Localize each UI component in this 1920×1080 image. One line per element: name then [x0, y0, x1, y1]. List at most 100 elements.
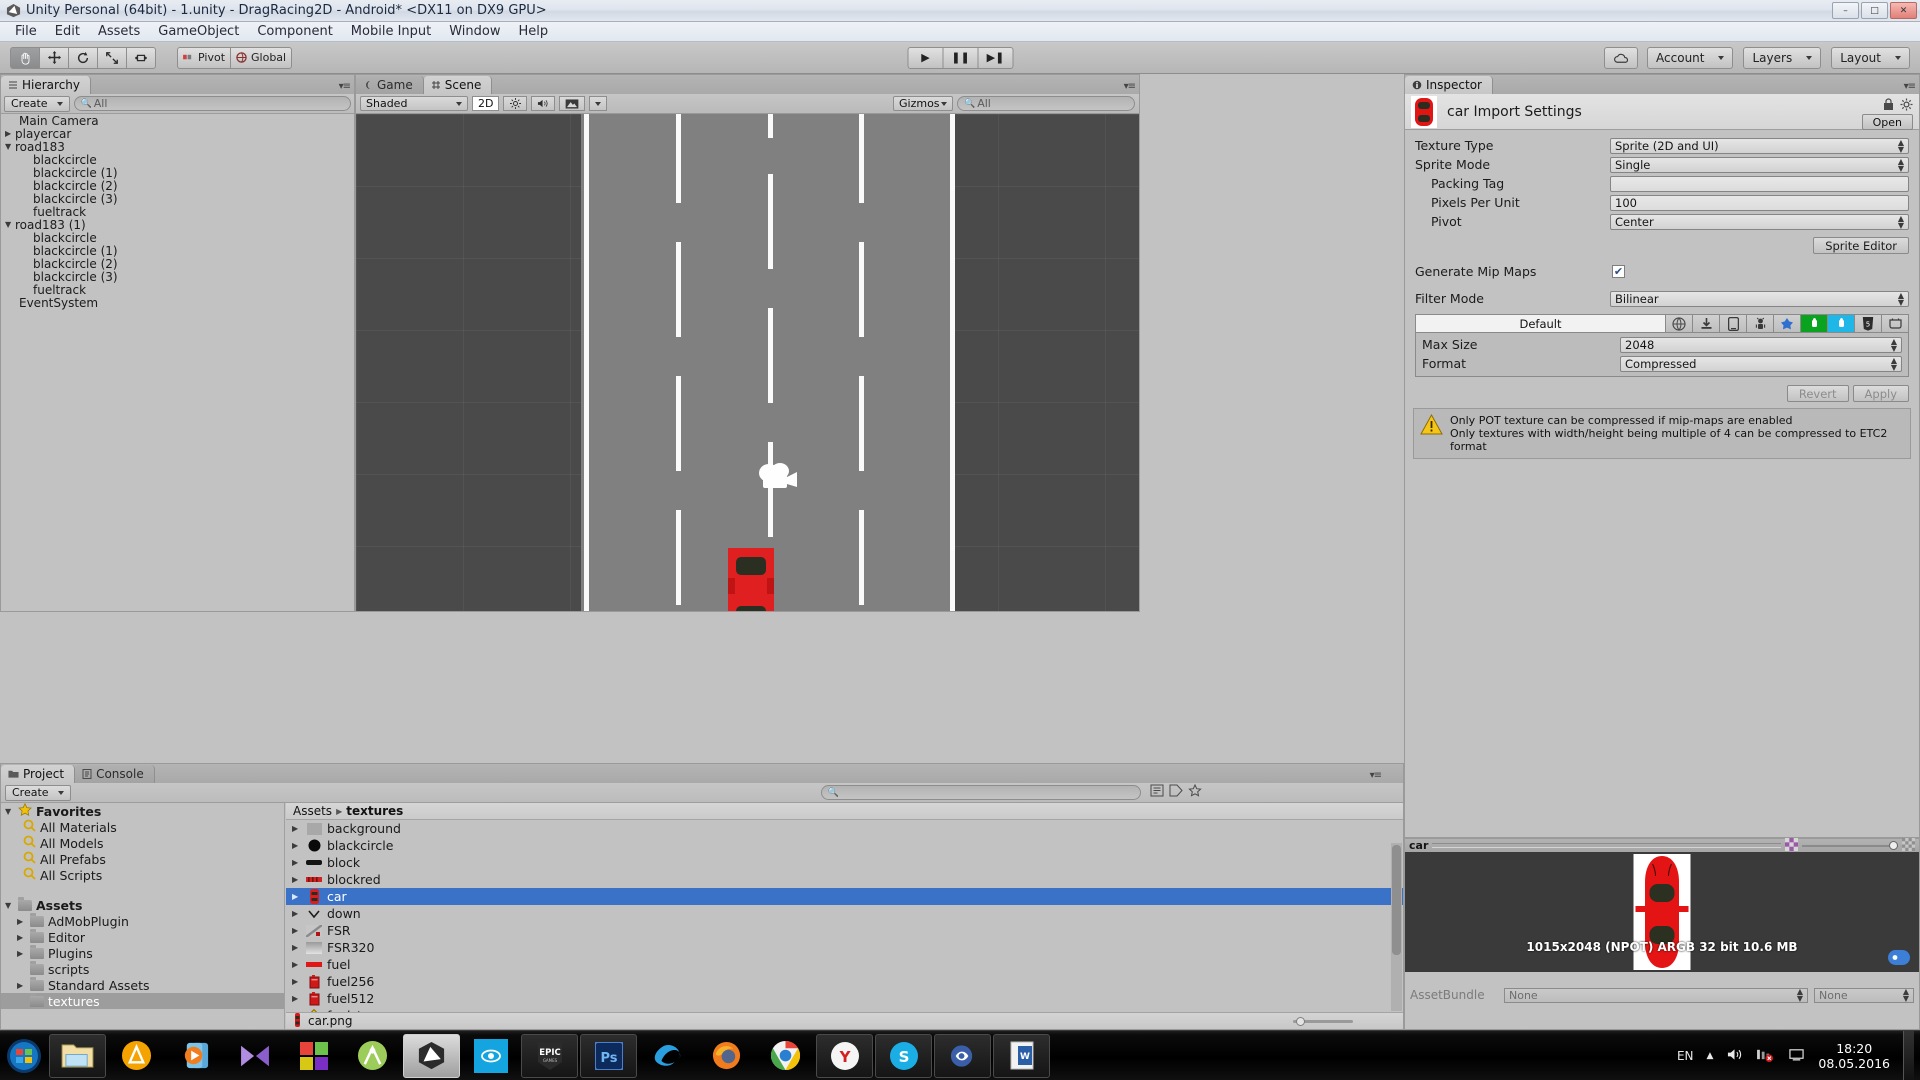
- chevron-right-icon[interactable]: ▶: [17, 949, 26, 958]
- chevron-right-icon[interactable]: ▶: [292, 841, 301, 850]
- html5-icon[interactable]: 5: [1854, 315, 1881, 332]
- layout-dropdown[interactable]: Layout: [1831, 47, 1910, 69]
- chevron-right-icon[interactable]: ▶: [17, 981, 26, 990]
- sun-icon[interactable]: [503, 96, 527, 111]
- hierarchy-list[interactable]: Main Camera▶playercar▼road183blackcircle…: [1, 114, 354, 611]
- sprite-editor-button[interactable]: Sprite Editor: [1813, 237, 1909, 254]
- chevron-right-icon[interactable]: ▶: [292, 892, 301, 901]
- network-error-icon[interactable]: [1756, 1047, 1775, 1065]
- scale-tool-icon[interactable]: [97, 47, 127, 69]
- filter-type-icon[interactable]: [1150, 784, 1164, 801]
- tag-icon[interactable]: [1888, 950, 1910, 969]
- revert-button[interactable]: Revert: [1787, 385, 1849, 402]
- chevron-right-icon[interactable]: ▶: [17, 933, 26, 942]
- chevron-right-icon[interactable]: ▶: [5, 129, 15, 138]
- menu-mobile-input[interactable]: Mobile Input: [342, 23, 440, 40]
- inspector-field-input[interactable]: 100: [1610, 195, 1909, 211]
- inspector-field-dropdown[interactable]: Single▲▼: [1610, 157, 1909, 173]
- advanced-download-manager-icon[interactable]: [108, 1034, 165, 1078]
- asset-list[interactable]: ▶background▶blackcircle▶block▶blockred▶c…: [286, 820, 1403, 1024]
- rocket-app-icon[interactable]: [934, 1034, 991, 1078]
- hierarchy-item[interactable]: blackcircle (1): [1, 166, 354, 179]
- ios-icon[interactable]: [1719, 315, 1746, 332]
- chevron-right-icon[interactable]: ▶: [292, 875, 301, 884]
- tab-hierarchy[interactable]: Hierarchy: [1, 76, 91, 94]
- hierarchy-search-input[interactable]: 🔍 All: [74, 96, 351, 111]
- filter-label-icon[interactable]: [1169, 784, 1183, 801]
- project-folder-item[interactable]: ▶Editor: [1, 929, 284, 945]
- maximize-button[interactable]: □: [1861, 2, 1888, 19]
- account-dropdown[interactable]: Account: [1647, 47, 1733, 69]
- project-contents[interactable]: Assets ▶ textures ▶background▶blackcircl…: [286, 803, 1403, 1029]
- project-folder-item[interactable]: ▶Standard Assets: [1, 977, 284, 993]
- asset-list-item[interactable]: ▶block: [286, 854, 1403, 871]
- move-tool-icon[interactable]: [39, 47, 69, 69]
- windows-app-icon[interactable]: [285, 1034, 342, 1078]
- unity-icon[interactable]: [403, 1034, 460, 1078]
- project-scrollbar[interactable]: [1391, 843, 1402, 1011]
- asset-list-item[interactable]: ▶blackcircle: [286, 837, 1403, 854]
- start-orb[interactable]: [1, 1034, 47, 1078]
- inspector-options-icon[interactable]: ▾≡: [1904, 81, 1915, 92]
- taskbar-clock[interactable]: 18:20 08.05.2016: [1818, 1041, 1890, 1071]
- asset-list-item[interactable]: ▶background: [286, 820, 1403, 837]
- favorites-list[interactable]: All MaterialsAll ModelsAll PrefabsAll Sc…: [1, 819, 284, 883]
- blue-eye-app-icon[interactable]: [462, 1034, 519, 1078]
- pivot-toggle[interactable]: Pivot: [177, 47, 231, 69]
- speaker-icon[interactable]: [531, 96, 555, 111]
- menu-window[interactable]: Window: [440, 23, 509, 40]
- tab-game[interactable]: Game: [356, 76, 424, 94]
- favorites-item[interactable]: All Materials: [1, 819, 284, 835]
- lock-icon[interactable]: [1882, 98, 1895, 115]
- scene-canvas[interactable]: [356, 114, 1139, 611]
- chevron-right-icon[interactable]: ▶: [292, 858, 301, 867]
- tab-inspector[interactable]: Inspector: [1405, 76, 1493, 94]
- project-search-input[interactable]: 🔍: [821, 785, 1141, 800]
- show-desktop-button[interactable]: [1903, 1031, 1914, 1080]
- hierarchy-item[interactable]: blackcircle (2): [1, 257, 354, 270]
- project-options-icon[interactable]: ▾≡: [1370, 770, 1381, 781]
- asset-list-item[interactable]: ▶blockred: [286, 871, 1403, 888]
- play-button[interactable]: ▶: [908, 47, 944, 69]
- hierarchy-item[interactable]: blackcircle (3): [1, 270, 354, 283]
- tizen-icon[interactable]: [1773, 315, 1800, 332]
- hierarchy-item[interactable]: Main Camera: [1, 114, 354, 127]
- minimize-button[interactable]: –: [1832, 2, 1859, 19]
- photoshop-icon[interactable]: Ps: [580, 1034, 637, 1078]
- hierarchy-create-button[interactable]: Create: [4, 96, 70, 112]
- asset-list-item[interactable]: ▶down: [286, 905, 1403, 922]
- breadcrumb-textures[interactable]: textures: [346, 804, 403, 818]
- hierarchy-item[interactable]: ▼road183 (1): [1, 218, 354, 231]
- open-button[interactable]: Open: [1862, 114, 1913, 130]
- breadcrumb-assets[interactable]: Assets: [293, 804, 332, 818]
- tab-console[interactable]: Console: [75, 765, 155, 783]
- file-explorer-icon[interactable]: [49, 1034, 106, 1078]
- effects-dropdown-icon[interactable]: [589, 96, 607, 111]
- project-tree[interactable]: ▼ Favorites All MaterialsAll ModelsAll P…: [1, 803, 285, 1029]
- apply-button[interactable]: Apply: [1853, 385, 1909, 402]
- assets-folder-list[interactable]: ▶AdMobPlugin▶Editor▶Pluginsscripts▶Stand…: [1, 913, 284, 1009]
- yandex-icon[interactable]: Y: [816, 1034, 873, 1078]
- butterfly-app-icon[interactable]: [226, 1034, 283, 1078]
- show-hidden-icons-icon[interactable]: ▲: [1707, 1051, 1714, 1061]
- favorite-star-icon[interactable]: [1188, 784, 1202, 801]
- favorites-item[interactable]: All Models: [1, 835, 284, 851]
- standalone-icon[interactable]: [1692, 315, 1719, 332]
- volume-icon[interactable]: [1726, 1047, 1743, 1065]
- hierarchy-item[interactable]: blackcircle: [1, 231, 354, 244]
- epic-games-icon[interactable]: EPICGAMES: [521, 1034, 578, 1078]
- tab-scene[interactable]: Scene: [424, 76, 493, 94]
- hierarchy-item[interactable]: blackcircle (1): [1, 244, 354, 257]
- language-indicator[interactable]: EN: [1677, 1049, 1694, 1063]
- menu-file[interactable]: File: [6, 23, 46, 40]
- asset-list-item[interactable]: ▶FSR: [286, 922, 1403, 939]
- platform-tab-default[interactable]: Default: [1416, 315, 1665, 332]
- asset-list-item[interactable]: ▶fuel512: [286, 990, 1403, 1007]
- hierarchy-item[interactable]: fueltrack: [1, 283, 354, 296]
- toggle-2d-button[interactable]: 2D: [472, 96, 499, 111]
- preview-canvas[interactable]: 1015x2048 (NPOT) ARGB 32 bit 10.6 MB: [1405, 852, 1919, 972]
- menu-assets[interactable]: Assets: [89, 23, 149, 40]
- image-icon[interactable]: [559, 96, 585, 111]
- ms-word-icon[interactable]: W: [993, 1034, 1050, 1078]
- scene-search-input[interactable]: 🔍 All: [957, 96, 1135, 111]
